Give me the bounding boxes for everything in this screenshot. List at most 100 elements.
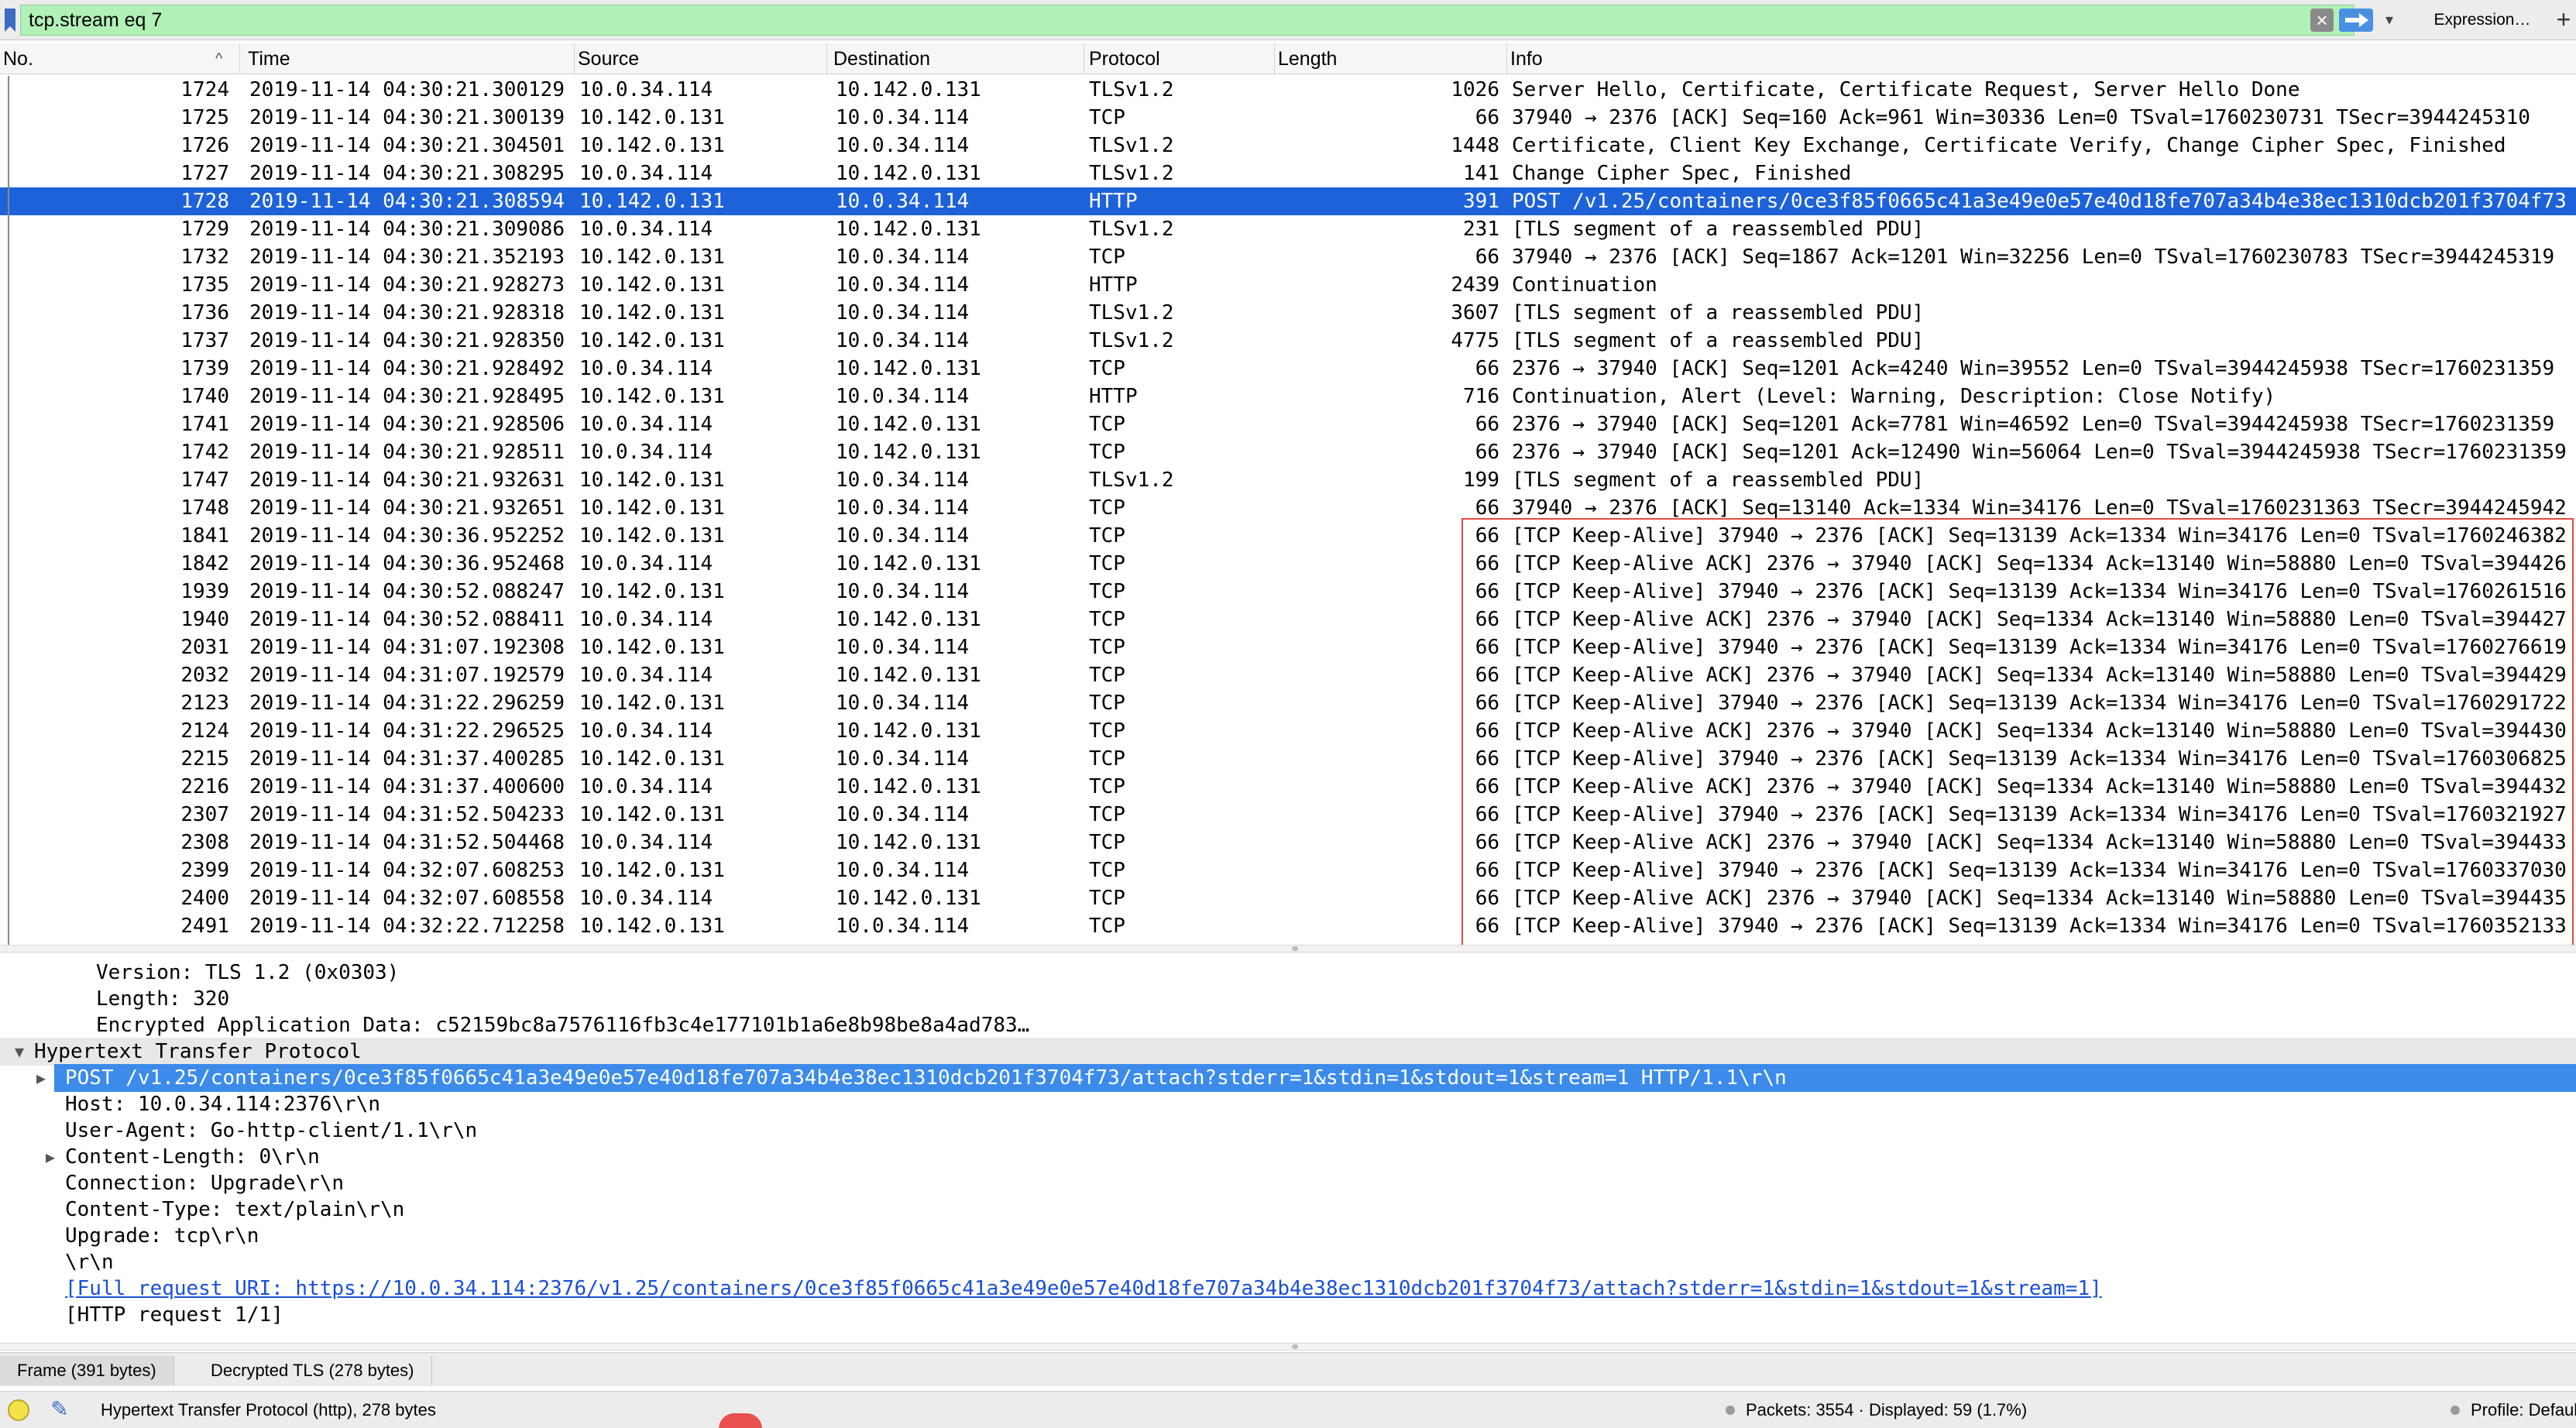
- status-profile[interactable]: Profile: Default: [2444, 1392, 2576, 1428]
- packet-number: 1939: [180, 580, 229, 603]
- packet-info: 2376 → 37940 [ACK] Seq=1201 Ack=4240 Win…: [1512, 357, 2555, 380]
- packet-source: 10.0.34.114: [579, 831, 713, 854]
- packet-protocol: TLSv1.2: [1089, 469, 1174, 492]
- pane-splitter[interactable]: [0, 945, 2576, 953]
- detail-item[interactable]: Length: 320: [0, 985, 2576, 1013]
- chevron-down-icon[interactable]: ▾: [2379, 9, 2399, 32]
- packet-row[interactable]: 1727 2019-11-14 04:30:21.308295 10.0.34.11…: [0, 160, 2576, 187]
- column-header-time[interactable]: Time: [245, 43, 575, 74]
- packet-number: 2123: [180, 692, 229, 715]
- detail-item[interactable]: Upgrade: tcp\r\n: [0, 1222, 2576, 1250]
- detail-item[interactable]: [HTTP request 1/1]: [0, 1301, 2576, 1329]
- packet-info: [TLS segment of a reassembled PDU]: [1512, 301, 1925, 324]
- column-header-destination[interactable]: Destination: [830, 43, 1084, 74]
- packet-row[interactable]: 1735 2019-11-14 04:30:21.928273 10.142.0.1…: [0, 271, 2576, 299]
- packet-row[interactable]: 1737 2019-11-14 04:30:21.928350 10.142.0.1…: [0, 327, 2576, 355]
- detail-item[interactable]: Host: 10.0.34.114:2376\r\n: [0, 1090, 2576, 1118]
- display-filter-input[interactable]: tcp.stream eq 7: [20, 5, 2354, 36]
- packet-protocol: TLSv1.2: [1089, 162, 1174, 185]
- packet-length: 1026: [1451, 78, 1499, 101]
- packet-time: 2019-11-14 04:30:21.928492: [249, 357, 565, 380]
- detail-link-item[interactable]: [Full request URI: https://10.0.34.114:2…: [0, 1275, 2576, 1303]
- packet-row[interactable]: 1740 2019-11-14 04:30:21.928495 10.142.0.1…: [0, 383, 2576, 410]
- packet-number: 1748: [180, 496, 229, 520]
- packet-destination: 10.0.34.114: [836, 469, 970, 492]
- packet-number: 1736: [180, 301, 229, 324]
- packet-row[interactable]: 1725 2019-11-14 04:30:21.300139 10.142.0.1…: [0, 104, 2576, 132]
- packet-destination: 10.142.0.131: [836, 552, 981, 575]
- packet-time: 2019-11-14 04:30:21.352193: [249, 245, 565, 269]
- status-selected-field: Hypertext Transfer Protocol (http), 278 …: [101, 1400, 436, 1419]
- packet-source: 10.142.0.131: [579, 915, 725, 938]
- packet-row[interactable]: 1739 2019-11-14 04:30:21.928492 10.0.34.11…: [0, 355, 2576, 383]
- packet-source: 10.142.0.131: [579, 580, 725, 603]
- collapse-arrow-icon[interactable]: ▼: [9, 1038, 29, 1066]
- expand-arrow-icon[interactable]: ▶: [31, 1064, 51, 1092]
- expert-info-icon[interactable]: [8, 1399, 29, 1421]
- packet-row[interactable]: 1729 2019-11-14 04:30:21.309086 10.0.34.11…: [0, 215, 2576, 243]
- clear-filter-icon[interactable]: ×: [2310, 9, 2334, 32]
- packet-time: 2019-11-14 04:31:07.192579: [249, 664, 565, 687]
- packet-time: 2019-11-14 04:30:21.932631: [249, 469, 565, 492]
- expression-button[interactable]: Expression…: [2416, 5, 2548, 36]
- packet-destination: 10.0.34.114: [836, 106, 970, 129]
- packet-row[interactable]: 1732 2019-11-14 04:30:21.352193 10.142.0.1…: [0, 243, 2576, 271]
- detail-item[interactable]: User-Agent: Go-http-client/1.1\r\n: [0, 1117, 2576, 1145]
- packet-info: 37940 → 2376 [ACK] Seq=1867 Ack=1201 Win…: [1512, 245, 2555, 269]
- packet-protocol: TCP: [1089, 915, 1125, 938]
- detail-item[interactable]: ▶ Content-Length: 0\r\n: [0, 1143, 2576, 1171]
- column-header-info[interactable]: Info: [1507, 43, 2576, 74]
- packet-row[interactable]: 1742 2019-11-14 04:30:21.928511 10.0.34.11…: [0, 438, 2576, 466]
- packet-info: [TLS segment of a reassembled PDU]: [1512, 469, 1925, 492]
- detail-text: Host: 10.0.34.114:2376\r\n: [65, 1093, 380, 1116]
- detail-text: Encrypted Application Data: c52159bc8a75…: [96, 1014, 1030, 1037]
- packet-time: 2019-11-14 04:31:22.296525: [249, 719, 565, 743]
- packet-protocol: TCP: [1089, 664, 1125, 687]
- packet-number: 1737: [180, 329, 229, 352]
- packet-length: 66: [1475, 106, 1499, 129]
- detail-item[interactable]: Version: TLS 1.2 (0x0303): [0, 959, 2576, 987]
- packet-time: 2019-11-14 04:30:21.928506: [249, 413, 565, 436]
- detail-item[interactable]: Connection: Upgrade\r\n: [0, 1169, 2576, 1197]
- packet-destination: 10.0.34.114: [836, 245, 970, 269]
- packet-time: 2019-11-14 04:32:07.608253: [249, 859, 565, 882]
- packet-time: 2019-11-14 04:30:21.304501: [249, 134, 565, 157]
- packet-destination: 10.0.34.114: [836, 273, 970, 297]
- packet-number: 1729: [180, 218, 229, 241]
- column-header-protocol[interactable]: Protocol: [1086, 43, 1275, 74]
- detail-item[interactable]: ▶ POST /v1.25/containers/0ce3f85f0665c41a…: [36, 1064, 2576, 1092]
- packet-protocol: TCP: [1089, 859, 1125, 882]
- packet-row[interactable]: 1747 2019-11-14 04:30:21.932631 10.142.0.1…: [0, 466, 2576, 494]
- packet-source: 10.142.0.131: [579, 469, 725, 492]
- tab-frame-bytes[interactable]: Frame (391 bytes): [0, 1356, 174, 1385]
- detail-item[interactable]: Content-Type: text/plain\r\n: [0, 1196, 2576, 1224]
- tab-decrypted-tls-bytes[interactable]: Decrypted TLS (278 bytes): [194, 1356, 432, 1385]
- packet-row[interactable]: 1736 2019-11-14 04:30:21.928318 10.142.0.1…: [0, 299, 2576, 327]
- packet-protocol: TLSv1.2: [1089, 329, 1174, 352]
- capture-comment-icon[interactable]: ✎: [46, 1396, 73, 1423]
- detail-text: [Full request URI: https://10.0.34.114:2…: [65, 1277, 2102, 1300]
- detail-item[interactable]: Encrypted Application Data: c52159bc8a75…: [0, 1011, 2576, 1039]
- detail-section-header[interactable]: ▼ Hypertext Transfer Protocol: [0, 1038, 2576, 1066]
- packet-destination: 10.0.34.114: [836, 524, 970, 548]
- packet-row-selected[interactable]: 1728 2019-11-14 04:30:21.308594 10.142.0.1…: [0, 187, 2576, 215]
- expand-arrow-icon[interactable]: ▶: [40, 1143, 60, 1171]
- bookmark-icon[interactable]: [2, 6, 19, 34]
- packet-destination: 10.0.34.114: [836, 692, 970, 715]
- column-header-length[interactable]: Length: [1275, 43, 1507, 74]
- apply-filter-icon[interactable]: [2339, 9, 2373, 32]
- column-header-source[interactable]: Source: [575, 43, 827, 74]
- packet-protocol: TLSv1.2: [1089, 134, 1174, 157]
- packet-row[interactable]: 1741 2019-11-14 04:30:21.928506 10.0.34.11…: [0, 410, 2576, 438]
- packet-time: 2019-11-14 04:31:52.504468: [249, 831, 565, 854]
- packet-row[interactable]: 1724 2019-11-14 04:30:21.300129 10.0.34.11…: [0, 76, 2576, 104]
- column-header-no[interactable]: No.: [0, 43, 240, 74]
- add-filter-button[interactable]: +: [2551, 5, 2576, 36]
- packet-time: 2019-11-14 04:31:22.296259: [249, 692, 565, 715]
- packet-details-tree[interactable]: Version: TLS 1.2 (0x0303) Length: 320 Encr…: [0, 956, 2576, 1343]
- packet-time: 2019-11-14 04:30:52.088247: [249, 580, 565, 603]
- pane-splitter[interactable]: [0, 1343, 2576, 1351]
- packet-number: 1726: [180, 134, 229, 157]
- packet-row[interactable]: 1726 2019-11-14 04:30:21.304501 10.142.0.1…: [0, 132, 2576, 160]
- detail-item[interactable]: \r\n: [0, 1248, 2576, 1276]
